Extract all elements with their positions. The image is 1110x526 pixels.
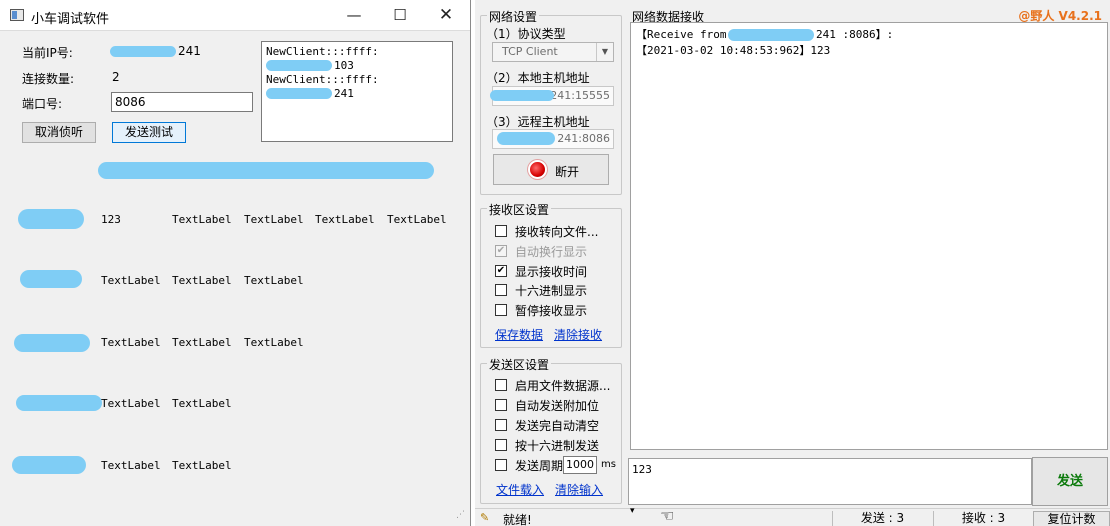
receive-settings-title: 接收区设置 [487, 201, 552, 218]
table-cell: TextLabel [101, 459, 161, 472]
remote-host-field[interactable]: 241:8086 [492, 129, 614, 149]
redacted-ip [266, 88, 332, 99]
table-cell: TextLabel [244, 274, 304, 287]
period-unit: ms [601, 459, 616, 470]
checkbox[interactable] [495, 459, 507, 471]
cursor-caret-icon: ▾ [630, 506, 635, 516]
network-settings-title: 网络设置 [487, 8, 540, 25]
list-item: 241 [266, 87, 448, 101]
redacted-ip [266, 60, 332, 71]
table-cell: TextLabel [101, 397, 161, 410]
checkbox[interactable] [495, 419, 507, 431]
received-count: 接收 : 3 [933, 511, 1033, 526]
connection-count-label: 连接数量: [22, 72, 75, 86]
maximize-button[interactable]: ☐ [377, 0, 423, 31]
reset-count-button[interactable]: 复位计数 [1033, 511, 1110, 526]
check-icon: ✔ [495, 245, 507, 257]
close-button[interactable]: ✕ [423, 0, 469, 31]
debug-app-window: 小车调试软件 — ☐ ✕ 当前IP号: 241 连接数量: 2 端口号: 808… [0, 0, 471, 526]
table-cell: TextLabel [244, 336, 304, 349]
send-input[interactable]: 123 [628, 458, 1032, 505]
clear-input-link[interactable]: 清除输入 [555, 481, 603, 498]
checkbox[interactable] [495, 225, 507, 237]
status-ready: 就绪! [503, 513, 532, 526]
table-cell: TextLabel [387, 213, 447, 226]
resize-grip-icon[interactable]: ⋰ [456, 510, 467, 521]
checkbox[interactable] [495, 439, 507, 451]
list-item: NewClient:::ffff: [266, 45, 379, 58]
list-item: NewClient:::ffff: [266, 73, 379, 86]
send-settings-title: 发送区设置 [487, 356, 552, 373]
table-cell: TextLabel [101, 274, 161, 287]
chevron-down-icon: ▼ [596, 43, 613, 61]
receive-display[interactable]: 【Receive from 241 :8086】: 【2021-03-02 10… [630, 22, 1108, 450]
table-cell: TextLabel [172, 459, 232, 472]
port-input[interactable]: 8086 [111, 92, 253, 112]
ip-value: 241 [178, 44, 201, 58]
send-period-input[interactable]: 1000 [563, 456, 597, 474]
remote-host-label: （3）远程主机地址 [486, 115, 590, 129]
redacted-ip [110, 46, 176, 57]
send-button[interactable]: 发送 [1032, 457, 1108, 506]
disconnect-button[interactable]: 断开 [493, 154, 609, 185]
status-light-icon [530, 162, 545, 177]
check-icon[interactable]: ✔ [495, 265, 507, 277]
redacted-row-label [18, 209, 84, 229]
table-cell: TextLabel [172, 336, 232, 349]
client-list[interactable]: NewClient:::ffff: 103 NewClient:::ffff: … [261, 41, 453, 142]
table-cell: TextLabel [101, 336, 161, 349]
redacted-header-row [98, 162, 434, 179]
sent-count: 发送 : 3 [832, 511, 932, 526]
redacted-row-label [20, 270, 82, 288]
table-cell: 123 [101, 213, 121, 226]
load-file-link[interactable]: 文件载入 [496, 481, 544, 498]
table-cell: TextLabel [172, 274, 232, 287]
save-data-link[interactable]: 保存数据 [495, 326, 543, 343]
clear-receive-link[interactable]: 清除接收 [554, 326, 602, 343]
cancel-listen-button[interactable]: 取消侦听 [22, 122, 96, 143]
checkbox[interactable] [495, 399, 507, 411]
protocol-label: （1）协议类型 [486, 27, 566, 41]
checkbox[interactable] [495, 304, 507, 316]
redacted-ip [728, 29, 814, 41]
table-cell: TextLabel [172, 213, 232, 226]
checkbox[interactable] [495, 284, 507, 296]
protocol-select[interactable]: TCP Client ▼ [492, 42, 614, 62]
redacted-ip [497, 132, 555, 145]
ip-label: 当前IP号: [22, 46, 73, 60]
local-host-field[interactable]: 241:15555 [490, 86, 614, 106]
redacted-ip [490, 90, 554, 101]
receive-line: 【2021-03-02 10:48:53:962】123 [636, 44, 831, 57]
table-cell: TextLabel [315, 213, 375, 226]
window-title: 小车调试软件 [31, 12, 110, 27]
status-bar: ✎ 就绪! ▾ ☜ 发送 : 3 接收 : 3 复位计数 [475, 506, 1110, 526]
send-test-button[interactable]: 发送测试 [112, 122, 186, 143]
pencil-icon: ✎ [480, 511, 490, 524]
redacted-row-label [14, 334, 90, 352]
redacted-row-label [16, 395, 102, 411]
receive-settings-group: 接收区设置 接收转向文件... ✔ 自动换行显示 ✔ 显示接收时间 十六进制显示… [480, 201, 622, 348]
pointing-hand-icon: ☜ [660, 506, 675, 525]
local-host-label: （2）本地主机地址 [486, 71, 590, 85]
network-assistant-window: @野人 V4.2.1 网络设置 （1）协议类型 TCP Client ▼ （2）… [475, 0, 1110, 526]
receive-line: 【Receive from 241 :8086】: [636, 28, 894, 41]
table-cell: TextLabel [172, 397, 232, 410]
send-settings-group: 发送区设置 启用文件数据源... 自动发送附加位 发送完自动清空 按十六进制发送… [480, 356, 622, 504]
redacted-row-label [12, 456, 86, 474]
list-item: 103 [266, 59, 448, 73]
checkbox[interactable] [495, 379, 507, 391]
title-bar: 小车调试软件 — ☐ ✕ [0, 0, 470, 31]
table-cell: TextLabel [244, 213, 304, 226]
connection-count-value: 2 [112, 70, 120, 84]
port-label: 端口号: [22, 97, 63, 111]
minimize-button[interactable]: — [331, 0, 377, 31]
app-icon [10, 9, 24, 21]
